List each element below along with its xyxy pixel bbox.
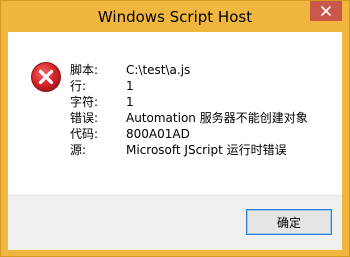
- dialog-content: 脚本: C:\test\a.js 行: 1 字符: 1 错误: Automati…: [8, 32, 342, 250]
- detail-value: 1: [126, 79, 134, 93]
- detail-row-error: 错误: Automation 服务器不能创建对象: [70, 110, 308, 126]
- detail-row-script: 脚本: C:\test\a.js: [70, 62, 308, 78]
- dialog-window: Windows Script Host 脚本: C:\test\a.js 行: …: [0, 0, 350, 257]
- detail-label: 行:: [70, 79, 87, 93]
- detail-label: 代码:: [70, 127, 99, 141]
- detail-value: C:\test\a.js: [126, 63, 191, 77]
- detail-row-source: 源: Microsoft JScript 运行时错误: [70, 142, 308, 158]
- detail-value: Automation 服务器不能创建对象: [126, 111, 308, 125]
- ok-button[interactable]: 确定: [246, 209, 332, 235]
- detail-row-code: 代码: 800A01AD: [70, 126, 308, 142]
- detail-row-line: 行: 1: [70, 78, 308, 94]
- title-bar[interactable]: Windows Script Host: [1, 1, 349, 32]
- button-bar: 确定: [8, 195, 342, 250]
- detail-value: Microsoft JScript 运行时错误: [126, 143, 287, 157]
- error-icon: [31, 62, 61, 92]
- close-button[interactable]: [310, 1, 342, 21]
- detail-row-char: 字符: 1: [70, 94, 308, 110]
- window-title: Windows Script Host: [97, 8, 253, 26]
- close-icon: [321, 6, 331, 16]
- detail-label: 错误:: [70, 111, 99, 125]
- error-details: 脚本: C:\test\a.js 行: 1 字符: 1 错误: Automati…: [70, 62, 308, 158]
- detail-value: 1: [126, 95, 134, 109]
- detail-value: 800A01AD: [126, 127, 190, 141]
- detail-label: 字符:: [70, 95, 99, 109]
- detail-label: 脚本:: [70, 63, 99, 77]
- detail-label: 源:: [70, 143, 87, 157]
